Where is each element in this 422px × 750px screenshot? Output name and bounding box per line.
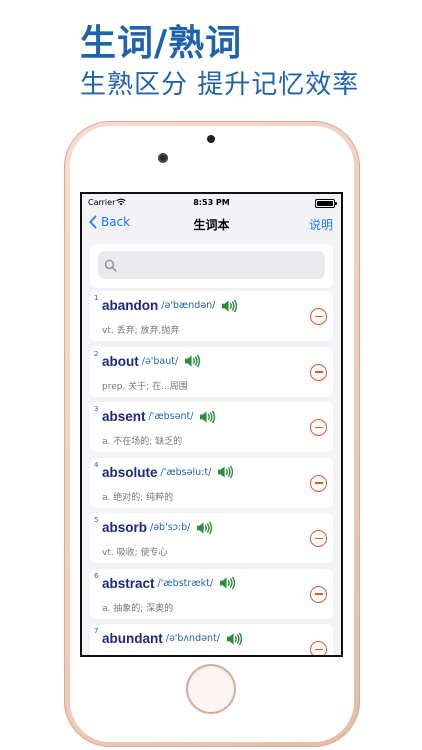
word-index: 1 bbox=[94, 294, 99, 302]
word-header: absorb /əb'sɔ:b/ bbox=[102, 520, 213, 535]
word-card[interactable]: 3 absent /'æbsənt/ a. 不在场的; 缺乏的 bbox=[90, 402, 333, 452]
word-header: absolute /'æbsəlu:t/ bbox=[102, 465, 234, 480]
word-text: abundant bbox=[102, 631, 163, 646]
speaker-icon[interactable] bbox=[199, 410, 216, 424]
promo-subline: 生熟区分 提升记忆效率 bbox=[80, 70, 360, 100]
search-input[interactable] bbox=[123, 258, 303, 272]
word-text: abstract bbox=[102, 575, 155, 591]
status-bar: Carrier 8:53 PM bbox=[82, 194, 341, 212]
remove-word-icon[interactable] bbox=[310, 474, 327, 492]
search-icon bbox=[104, 259, 117, 271]
word-index: 5 bbox=[94, 516, 99, 524]
word-phonetic: /əb'sɔ:b/ bbox=[150, 522, 191, 533]
word-header: abundant /ə'bʌndənt/ bbox=[102, 631, 243, 646]
promo-headline: 生词/熟词 bbox=[80, 23, 243, 64]
word-header: absent /'æbsənt/ bbox=[102, 409, 216, 424]
word-definition: prep. 关于; 在...周围 bbox=[102, 381, 188, 392]
home-button[interactable] bbox=[188, 666, 234, 712]
speaker-icon[interactable] bbox=[219, 576, 236, 590]
word-index: 4 bbox=[94, 460, 99, 469]
word-definition: a. 绝对的; 纯粹的 bbox=[102, 492, 174, 503]
word-card[interactable]: 7 abundant /ə'bʌndənt/ a. 丰富的; 大量的 bbox=[90, 624, 333, 657]
word-text: absent bbox=[102, 409, 146, 424]
page-title: 生词本 bbox=[193, 218, 230, 232]
word-phonetic: /'æbstrækt/ bbox=[157, 577, 214, 589]
word-card[interactable]: 6 abstract /'æbstrækt/ a. 抽象的; 深奥的 bbox=[90, 568, 333, 619]
word-index: 6 bbox=[94, 571, 99, 580]
battery-icon bbox=[315, 199, 337, 208]
speaker-icon[interactable] bbox=[184, 354, 201, 368]
word-index: 3 bbox=[94, 405, 99, 413]
word-phonetic: /ə'baut/ bbox=[141, 355, 179, 367]
search-bar[interactable] bbox=[98, 251, 325, 279]
word-definition: vt. 丢弃; 放弃,抛弃 bbox=[102, 326, 180, 336]
word-index: 2 bbox=[94, 349, 99, 358]
word-text: abandon bbox=[102, 298, 159, 313]
speaker-icon[interactable] bbox=[226, 632, 243, 646]
remove-word-icon[interactable] bbox=[310, 641, 327, 655]
word-definition: a. 抽象的; 深奥的 bbox=[102, 603, 174, 614]
status-time: 8:53 PM bbox=[193, 198, 230, 207]
word-header: abstract /'æbstrækt/ bbox=[102, 576, 236, 591]
remove-word-icon[interactable] bbox=[310, 308, 327, 325]
front-camera bbox=[158, 153, 168, 163]
remove-word-icon[interactable] bbox=[310, 530, 327, 547]
word-card[interactable]: 2 about /ə'baut/ prep. 关于; 在...周围 bbox=[90, 346, 333, 397]
remove-word-icon[interactable] bbox=[310, 585, 327, 603]
word-card[interactable]: 5 absorb /əb'sɔ:b/ vt. 吸收; 使专心 bbox=[90, 513, 333, 563]
word-phonetic: /ə'bændən/ bbox=[161, 300, 216, 311]
info-button[interactable]: 说明 bbox=[309, 216, 333, 233]
word-index: 7 bbox=[94, 627, 99, 635]
word-definition: a. 不在场的; 缺乏的 bbox=[102, 437, 183, 447]
word-header: about /ə'baut/ bbox=[102, 354, 201, 369]
word-text: absorb bbox=[102, 520, 148, 535]
word-definition: a. 丰富的; 大量的 bbox=[102, 656, 173, 657]
word-header: abandon /ə'bændən/ bbox=[102, 298, 238, 313]
search-container bbox=[90, 244, 333, 288]
word-phonetic: /'æbsəlu:t/ bbox=[160, 466, 212, 478]
word-phonetic: /ə'bʌndənt/ bbox=[165, 633, 220, 644]
speaker-icon[interactable] bbox=[217, 465, 234, 479]
word-card[interactable]: 4 absolute /'æbsəlu:t/ a. 绝对的; 纯粹的 bbox=[90, 457, 333, 508]
word-text: absolute bbox=[102, 464, 158, 480]
speaker-icon[interactable] bbox=[196, 521, 213, 535]
word-text: about bbox=[102, 353, 139, 369]
speaker-icon[interactable] bbox=[221, 299, 238, 313]
navigation-bar: Back 生词本 说明 bbox=[82, 212, 341, 238]
word-card[interactable]: 1 abandon /ə'bændən/ vt. 丢弃; 放弃,抛弃 bbox=[90, 291, 333, 341]
word-definition: vt. 吸收; 使专心 bbox=[102, 548, 168, 558]
earpiece-speaker bbox=[207, 135, 215, 143]
remove-word-icon[interactable] bbox=[310, 419, 327, 436]
word-list: 1 abandon /ə'bændən/ vt. 丢弃; 放弃,抛弃 2 abo… bbox=[90, 291, 333, 657]
app-screen: Carrier 8:53 PM Back 生词本 说明 1 abandon /ə… bbox=[80, 192, 343, 657]
word-phonetic: /'æbsənt/ bbox=[148, 411, 194, 422]
remove-word-icon[interactable] bbox=[310, 363, 327, 381]
